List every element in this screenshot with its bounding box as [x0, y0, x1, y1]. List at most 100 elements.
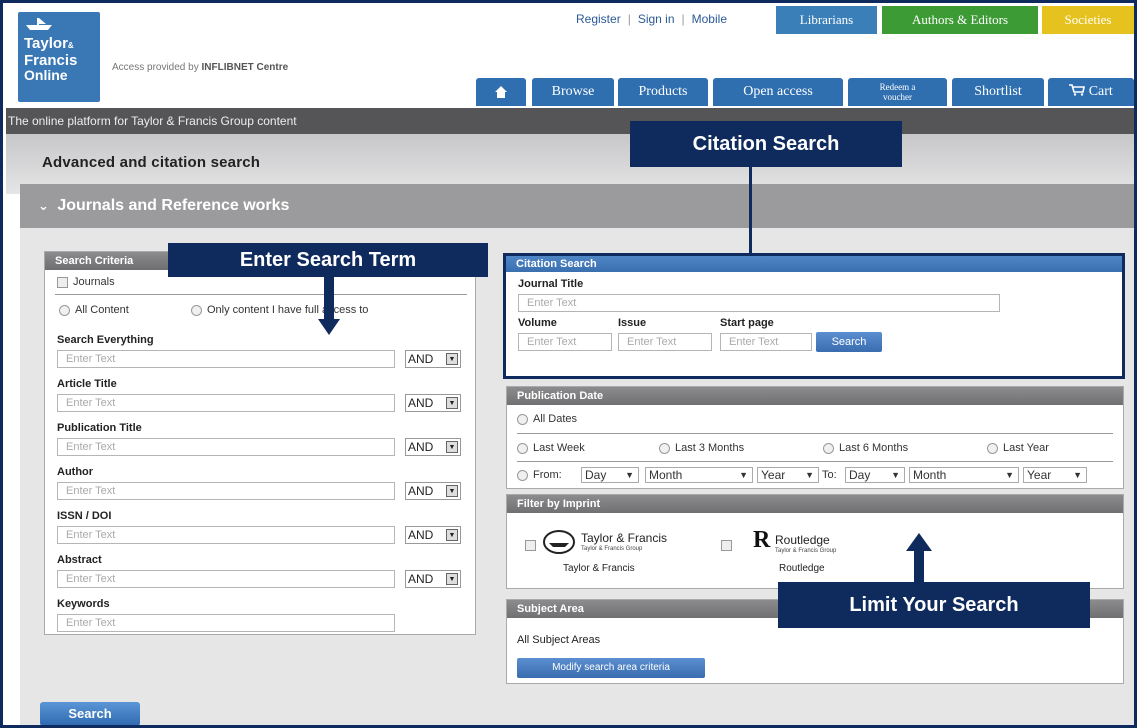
author-input[interactable]: Enter Text [57, 482, 395, 500]
routledge-logo-text: Routledge [775, 533, 830, 547]
cart-label: Cart [1088, 84, 1113, 99]
scope-all-option[interactable]: All Content [59, 304, 129, 316]
abstract-input[interactable]: Enter Text [57, 570, 395, 588]
caret-down-icon: ▼ [891, 470, 900, 480]
routledge-logo-subtext: Taylor & Francis Group [775, 548, 837, 554]
issue-input[interactable]: Enter Text [618, 333, 712, 351]
routledge-checkbox[interactable] [721, 540, 732, 551]
from-year-select[interactable]: Year ▼ [757, 467, 819, 483]
taylor-francis-logo[interactable]: Taylor& Francis Online [18, 12, 100, 102]
redeem-voucher-tab[interactable]: Redeem a voucher [848, 78, 947, 106]
page-title: Advanced and citation search [42, 154, 261, 171]
publication-date-heading: Publication Date [507, 387, 1123, 405]
all-dates-label: All Dates [533, 413, 578, 425]
voucher-line-1: Redeem a [879, 82, 916, 92]
register-link[interactable]: Register [576, 12, 621, 26]
products-tab[interactable]: Products [618, 78, 708, 106]
start-page-input[interactable]: Enter Text [720, 333, 812, 351]
authors-editors-tab[interactable]: Authors & Editors [882, 6, 1038, 34]
divider [55, 294, 467, 295]
to-month-select[interactable]: Month ▼ [909, 467, 1019, 483]
home-tab[interactable] [476, 78, 526, 106]
from-option[interactable]: From: [517, 469, 562, 481]
to-day-select[interactable]: Day ▼ [845, 467, 905, 483]
last-6-months-label: Last 6 Months [839, 442, 909, 454]
open-access-tab[interactable]: Open access [713, 78, 843, 106]
last-week-option[interactable]: Last Week [517, 442, 585, 454]
scope-access-radio[interactable] [191, 304, 202, 316]
routledge-r-icon: R [753, 527, 771, 553]
librarians-tab[interactable]: Librarians [776, 6, 877, 34]
home-icon [495, 86, 507, 98]
operator-select-publication[interactable]: AND ▼ [405, 438, 461, 456]
dropdown-arrow-icon: ▼ [446, 529, 458, 541]
last-year-option[interactable]: Last Year [987, 442, 1049, 454]
separator: | [681, 12, 685, 26]
cart-tab[interactable]: Cart [1048, 78, 1134, 106]
dropdown-arrow-icon: ▼ [446, 573, 458, 585]
last-year-label: Last Year [1003, 442, 1049, 454]
citation-search-callout: Citation Search [630, 121, 902, 167]
logo-line-taylor: Taylor& [24, 35, 74, 52]
last-3-months-option[interactable]: Last 3 Months [659, 442, 744, 454]
to-day-value: Day [849, 468, 871, 482]
citation-search-button[interactable]: Search [816, 332, 882, 352]
to-year-select[interactable]: Year ▼ [1023, 467, 1087, 483]
article-title-label: Article Title [57, 378, 117, 390]
callout-connector-line [749, 167, 752, 253]
publication-title-input[interactable]: Enter Text [57, 438, 395, 456]
last-year-radio[interactable] [987, 442, 998, 454]
operator-select-issn[interactable]: AND ▼ [405, 526, 461, 544]
from-month-select[interactable]: Month ▼ [645, 467, 753, 483]
operator-select-everything[interactable]: AND ▼ [405, 350, 461, 368]
operator-select-abstract[interactable]: AND ▼ [405, 570, 461, 588]
divider [517, 433, 1113, 434]
taylor-francis-checkbox[interactable] [525, 540, 536, 551]
issn-doi-input[interactable]: Enter Text [57, 526, 395, 544]
last-6-months-option[interactable]: Last 6 Months [823, 442, 908, 454]
divider [517, 461, 1113, 462]
last-3-months-radio[interactable] [659, 442, 670, 454]
search-button[interactable]: Search [40, 702, 140, 725]
journals-checkbox-row[interactable]: Journals [57, 276, 115, 288]
operator-select-author[interactable]: AND ▼ [405, 482, 461, 500]
societies-tab[interactable]: Societies [1042, 6, 1134, 34]
search-criteria-panel: Search Criteria Journals All Content Onl… [44, 251, 476, 635]
from-label: From: [533, 469, 562, 481]
journals-checkbox-label: Journals [73, 276, 115, 288]
from-radio[interactable] [517, 469, 528, 481]
all-dates-option[interactable]: All Dates [517, 413, 577, 425]
search-everything-input[interactable]: Enter Text [57, 350, 395, 368]
publication-title-label: Publication Title [57, 422, 142, 434]
from-day-value: Day [585, 468, 607, 482]
access-notice: Access provided by INFLIBNET Centre [112, 62, 288, 73]
browse-tab[interactable]: Browse [532, 78, 614, 106]
caret-down-icon: ▼ [1005, 470, 1014, 480]
volume-input[interactable]: Enter Text [518, 333, 612, 351]
last-6-months-radio[interactable] [823, 442, 834, 454]
shortlist-tab[interactable]: Shortlist [952, 78, 1044, 106]
mobile-link[interactable]: Mobile [692, 12, 727, 26]
scope-all-label: All Content [75, 304, 129, 316]
last-week-radio[interactable] [517, 442, 528, 454]
operator-select-article[interactable]: AND ▼ [405, 394, 461, 412]
last-week-label: Last Week [533, 442, 585, 454]
screenshot-frame: Taylor& Francis Online Access provided b… [0, 0, 1137, 728]
modify-search-area-button[interactable]: Modify search area criteria [517, 658, 705, 678]
to-year-value: Year [1027, 468, 1052, 482]
scope-all-radio[interactable] [59, 304, 70, 316]
journals-checkbox[interactable] [57, 276, 68, 288]
operator-value: AND [408, 484, 434, 498]
tagline-bar: The online platform for Taylor & Francis… [6, 108, 1134, 134]
article-title-input[interactable]: Enter Text [57, 394, 395, 412]
publication-date-panel: Publication Date All Dates Last Week Las… [506, 386, 1124, 489]
keywords-input[interactable]: Enter Text [57, 614, 395, 632]
from-day-select[interactable]: Day ▼ [581, 467, 639, 483]
scope-access-option[interactable]: Only content I have full access to [191, 304, 368, 316]
journal-title-input[interactable]: Enter Text [518, 294, 1000, 312]
all-dates-radio[interactable] [517, 413, 528, 425]
dropdown-arrow-icon: ▼ [446, 397, 458, 409]
dropdown-arrow-icon: ▼ [446, 441, 458, 453]
journals-reference-section[interactable]: ⌄ Journals and Reference works [20, 184, 1134, 228]
sign-in-link[interactable]: Sign in [638, 12, 675, 26]
